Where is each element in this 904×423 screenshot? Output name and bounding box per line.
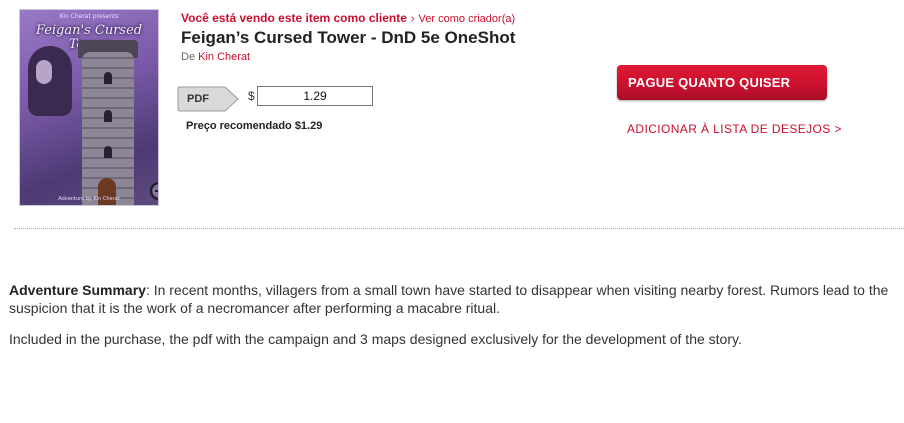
summary-paragraph: Adventure Summary: In recent months, vil… [9, 281, 899, 317]
byline: De Kin Cherat [181, 51, 250, 63]
pay-what-you-want-button[interactable]: PAGUE QUANTO QUISER [617, 65, 827, 100]
product-cover-image[interactable]: Kin Cherat presents Feigan's Cursed Towe… [19, 9, 159, 206]
summary-label: Adventure Summary [9, 282, 146, 298]
byline-prefix: De [181, 51, 196, 63]
price-input[interactable] [257, 86, 373, 106]
cover-footer-line: Adventure by Kin Cherat [58, 196, 120, 202]
format-label: PDF [187, 93, 209, 105]
cover-tower-window [104, 146, 112, 158]
cover-tower-window [104, 72, 112, 84]
view-as-creator-link[interactable]: Ver como criador(a) [419, 13, 516, 25]
cover-tower-window [104, 110, 112, 122]
add-to-wishlist-link[interactable]: ADICIONAR À LISTA DE DESEJOS > [627, 122, 842, 136]
cover-figure-face [36, 60, 52, 84]
product-title: Feigan’s Cursed Tower - DnD 5e OneShot [181, 28, 516, 47]
format-tag: PDF [177, 86, 239, 112]
section-divider [14, 228, 904, 229]
chevron-right-icon: › [410, 13, 415, 25]
included-paragraph: Included in the purchase, the pdf with t… [9, 331, 742, 347]
viewing-notice: Você está vendo este item como cliente › V… [181, 11, 515, 25]
viewing-as-client-text: Você está vendo este item como cliente [181, 11, 407, 25]
cover-author-line: Kin Cherat presents [59, 13, 119, 20]
currency-symbol: $ [248, 89, 255, 103]
recommended-price: Preço recomendado $1.29 [186, 120, 323, 132]
author-link[interactable]: Kin Cherat [198, 51, 250, 63]
zoom-plus-icon[interactable] [148, 180, 159, 206]
product-description: Adventure Summary: In recent months, vil… [9, 281, 899, 361]
